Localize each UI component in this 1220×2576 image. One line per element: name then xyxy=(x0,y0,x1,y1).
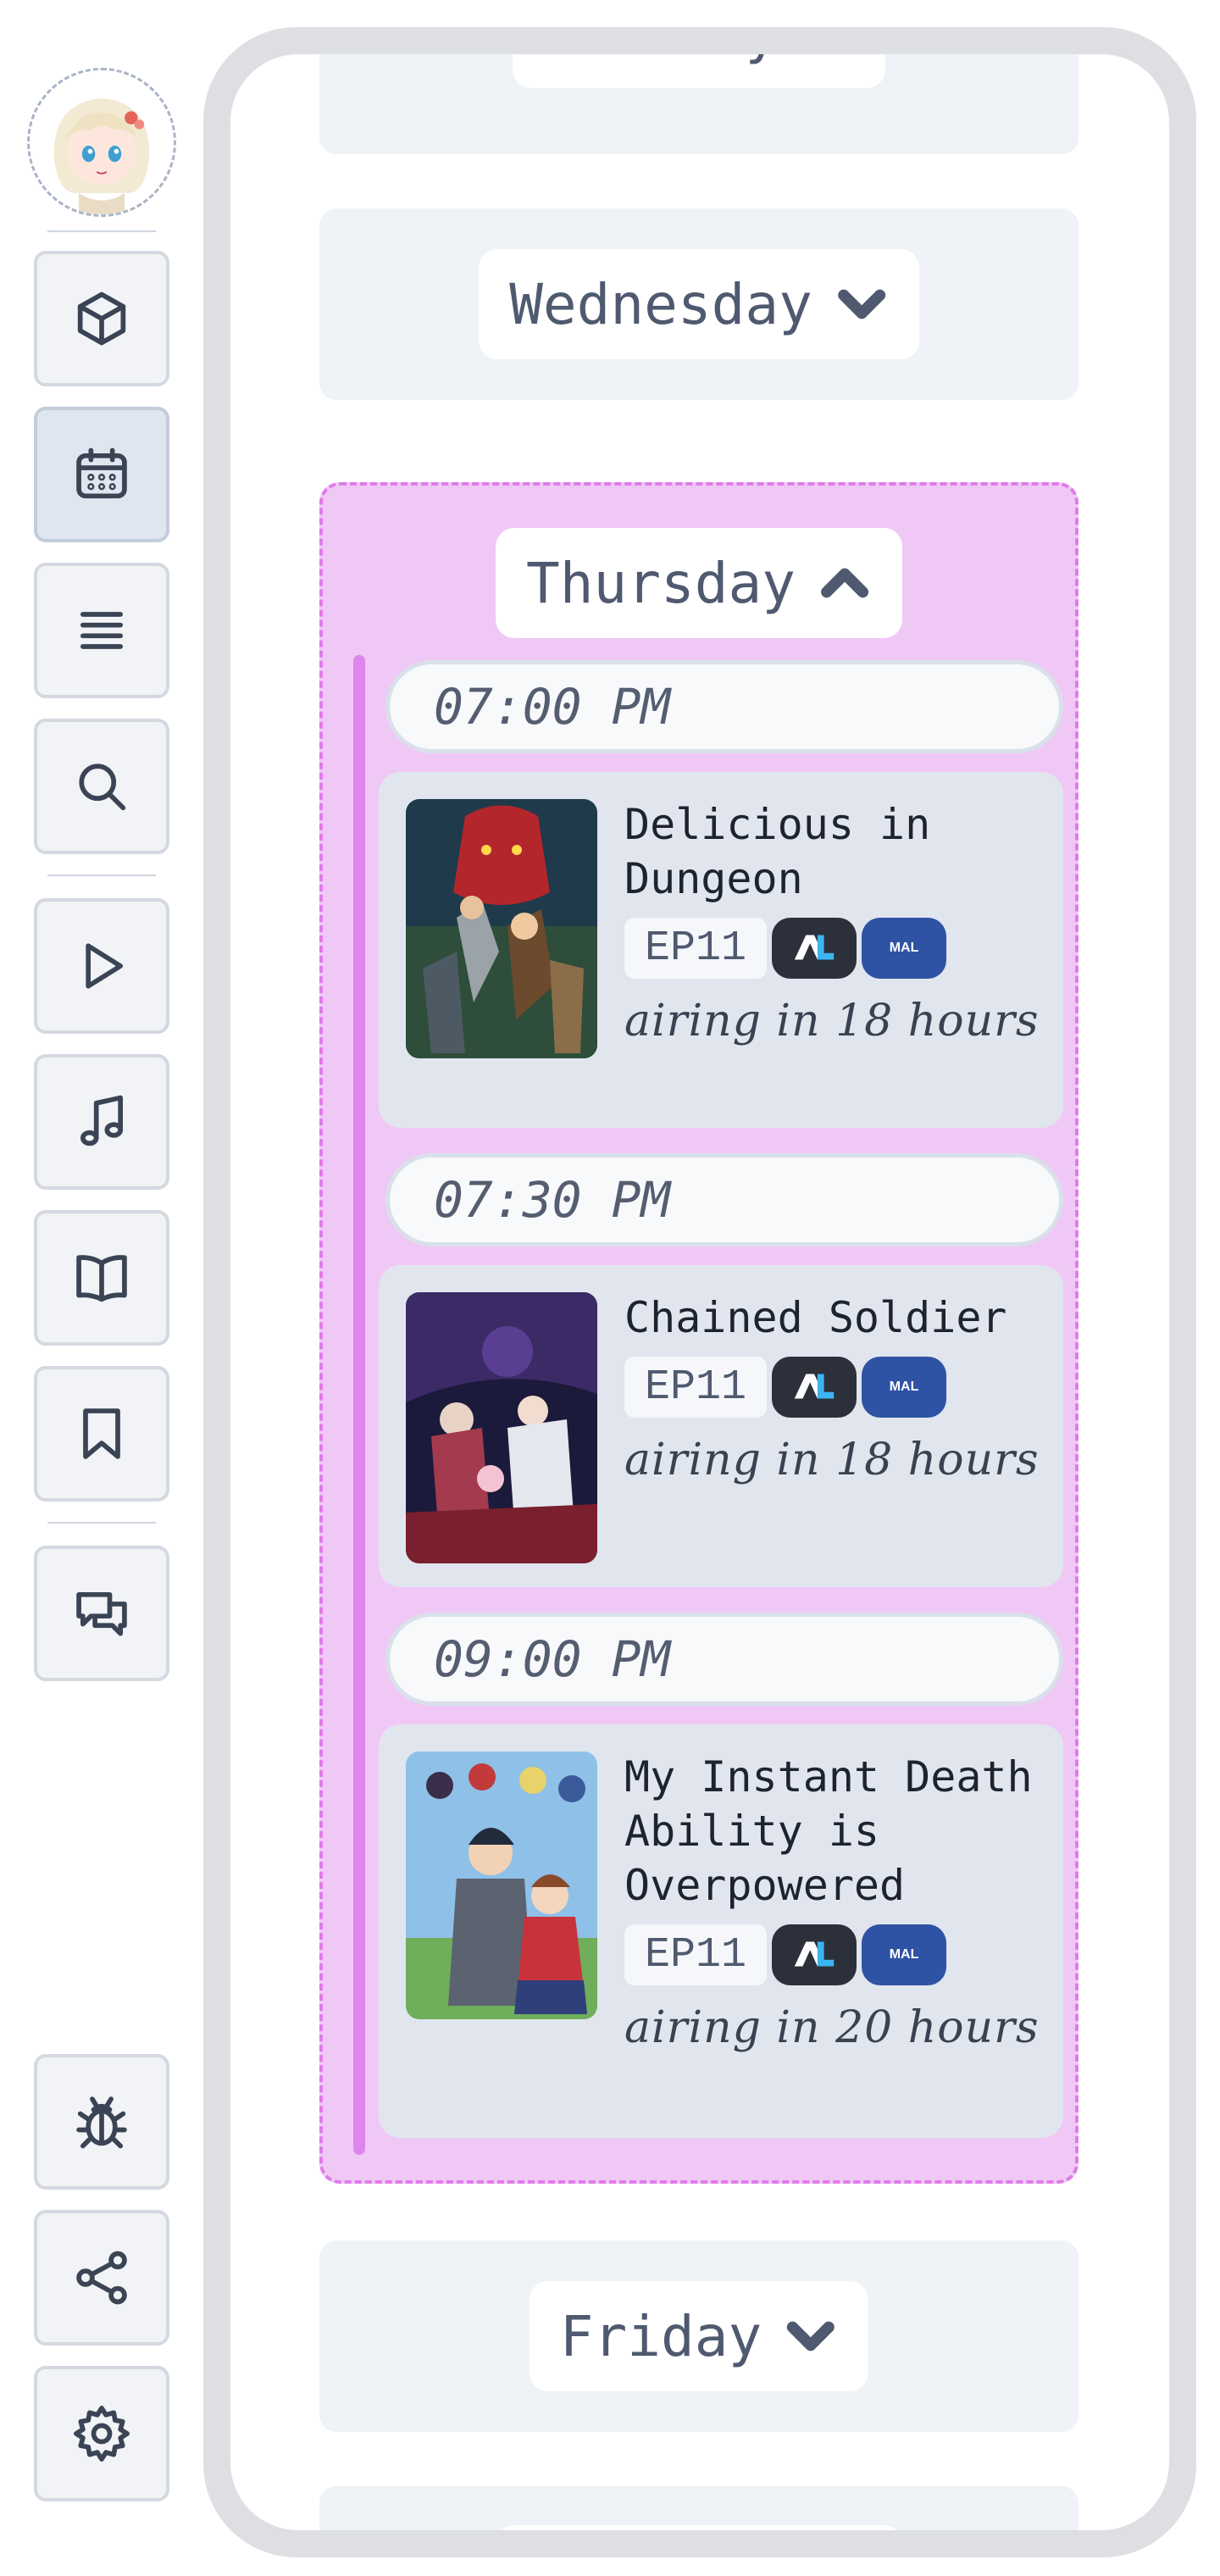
sidebar-item-search[interactable] xyxy=(34,719,169,854)
show-card[interactable]: Chained Soldier EP11 MAL airing in 18 ho… xyxy=(379,1265,1063,1587)
badge-row: EP11 MAL xyxy=(624,918,1048,979)
airing-countdown: airing in 18 hours xyxy=(624,996,1040,1046)
day-toggle-thursday[interactable]: Thursday xyxy=(496,528,902,638)
sidebar-item-bookmark[interactable] xyxy=(34,1366,169,1502)
book-icon xyxy=(76,1255,127,1302)
poster-art xyxy=(406,1752,597,2019)
poster-image[interactable] xyxy=(406,799,597,1058)
day-label: Wednesday xyxy=(509,271,812,337)
chevron-down-icon xyxy=(801,54,855,60)
sidebar xyxy=(0,0,203,2576)
day-card-friday: Friday xyxy=(319,2240,1079,2432)
sidebar-item-cube[interactable] xyxy=(34,251,169,386)
day-card-tuesday: Tuesday xyxy=(319,54,1079,154)
day-card-next xyxy=(319,2486,1079,2530)
chevron-down-icon xyxy=(787,2321,835,2351)
poster-image[interactable] xyxy=(406,1292,597,1563)
sidebar-divider xyxy=(47,230,156,232)
sidebar-item-share[interactable] xyxy=(34,2210,169,2346)
chat-icon xyxy=(76,1591,127,1636)
poster-image[interactable] xyxy=(406,1752,597,2019)
sidebar-item-play[interactable] xyxy=(34,898,169,1034)
poster-art xyxy=(406,799,597,1058)
chevron-down-icon xyxy=(837,289,885,319)
time-slot-pill: 09:00 PM xyxy=(385,1613,1063,1706)
badge-row: EP11 MAL xyxy=(624,1924,1048,1985)
sidebar-item-calendar[interactable] xyxy=(34,407,169,542)
cube-icon xyxy=(77,291,126,346)
time-slot-pill: 07:00 PM xyxy=(385,660,1063,753)
show-info: My Instant Death Ability is Overpowered … xyxy=(624,1750,1048,2055)
bookmark-icon xyxy=(83,1408,120,1459)
schedule-scroll-area[interactable]: Tuesday Wednesday Thursday 07:00 PM xyxy=(230,54,1169,2530)
mal-link[interactable]: MAL xyxy=(862,1924,947,1985)
music-icon xyxy=(80,1095,124,1146)
sidebar-item-list[interactable] xyxy=(34,563,169,698)
show-card[interactable]: Delicious in Dungeon EP11 MAL airing in … xyxy=(379,772,1063,1128)
anilist-link[interactable] xyxy=(772,918,857,979)
show-title[interactable]: My Instant Death Ability is Overpowered xyxy=(624,1750,1048,1913)
sidebar-item-music[interactable] xyxy=(34,1054,169,1190)
gear-icon xyxy=(74,2406,130,2462)
bug-icon xyxy=(76,2096,127,2149)
time-label: 09:00 PM xyxy=(434,1630,671,1688)
show-title[interactable]: Delicious in Dungeon xyxy=(624,797,1048,906)
timeline-bar xyxy=(353,655,365,2155)
sidebar-item-settings[interactable] xyxy=(34,2366,169,2501)
schedule-frame: Tuesday Wednesday Thursday 07:00 PM xyxy=(203,27,1196,2557)
time-label: 07:00 PM xyxy=(434,678,671,736)
badge-row: EP11 MAL xyxy=(624,1357,1048,1418)
sidebar-divider xyxy=(47,874,156,876)
calendar-icon xyxy=(76,447,127,499)
day-card-thursday: Thursday 07:00 PM Delicious in Dungeon E… xyxy=(319,482,1079,2184)
day-toggle-next[interactable] xyxy=(496,2525,902,2530)
day-toggle-friday[interactable]: Friday xyxy=(529,2281,869,2391)
anilist-link[interactable] xyxy=(772,1924,857,1985)
anilist-icon xyxy=(794,1374,835,1399)
show-card[interactable]: My Instant Death Ability is Overpowered … xyxy=(379,1724,1063,2138)
mal-icon: MAL xyxy=(889,941,919,955)
play-icon xyxy=(86,943,124,989)
mal-link[interactable]: MAL xyxy=(862,1357,947,1418)
airing-countdown: airing in 18 hours xyxy=(624,1435,1040,1485)
show-info: Chained Soldier EP11 MAL airing in 18 ho… xyxy=(624,1291,1048,1487)
poster-art xyxy=(406,1292,597,1563)
sidebar-divider xyxy=(47,1522,156,1524)
day-label: Thursday xyxy=(526,550,796,616)
anilist-icon xyxy=(794,935,835,960)
chevron-up-icon xyxy=(820,568,868,598)
anilist-icon xyxy=(794,1941,835,1967)
episode-badge: EP11 xyxy=(624,1357,768,1418)
anilist-link[interactable] xyxy=(772,1357,857,1418)
sidebar-item-bug[interactable] xyxy=(34,2054,169,2190)
search-icon xyxy=(79,763,126,811)
sidebar-item-chat[interactable] xyxy=(34,1546,169,1681)
day-label: Friday xyxy=(559,2303,762,2369)
mal-link[interactable]: MAL xyxy=(862,918,947,979)
sidebar-item-book[interactable] xyxy=(34,1210,169,1346)
time-label: 07:30 PM xyxy=(434,1171,671,1229)
day-label: Tuesday xyxy=(543,54,779,66)
episode-badge: EP11 xyxy=(624,1924,768,1985)
episode-badge: EP11 xyxy=(624,918,768,979)
mal-icon: MAL xyxy=(889,1380,919,1394)
airing-countdown: airing in 20 hours xyxy=(624,2002,1040,2053)
day-card-wednesday: Wednesday xyxy=(319,208,1079,400)
show-info: Delicious in Dungeon EP11 MAL airing in … xyxy=(624,797,1048,1048)
avatar-image xyxy=(30,70,174,214)
time-slot-pill: 07:30 PM xyxy=(385,1153,1063,1246)
mal-icon: MAL xyxy=(889,1947,919,1962)
show-title[interactable]: Chained Soldier xyxy=(624,1291,1048,1345)
list-icon xyxy=(80,612,124,649)
avatar[interactable] xyxy=(27,68,176,217)
share-icon xyxy=(76,2251,127,2305)
day-toggle-tuesday[interactable]: Tuesday xyxy=(512,54,886,88)
day-toggle-wednesday[interactable]: Wednesday xyxy=(479,249,919,359)
